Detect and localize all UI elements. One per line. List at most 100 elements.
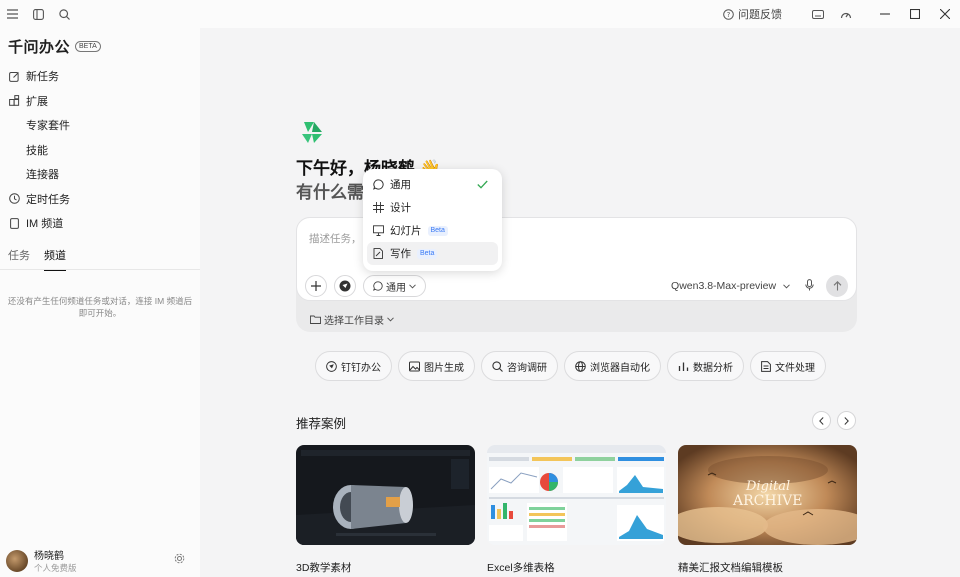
- chip-data-analysis[interactable]: 数据分析: [667, 351, 744, 381]
- tab-channels[interactable]: 频道: [44, 247, 66, 271]
- chevron-left-icon: [819, 416, 824, 425]
- sidebar-item-label: 新任务: [26, 71, 59, 84]
- speed-gauge-icon[interactable]: [832, 0, 860, 28]
- grid-icon: [373, 202, 384, 213]
- plus-icon: [311, 281, 321, 291]
- brand-name: 千问办公: [8, 39, 71, 56]
- minimize-button[interactable]: [870, 0, 900, 28]
- user-profile[interactable]: 杨晓鹤 个人免费版: [6, 547, 77, 574]
- case-card-label: 精美汇报文档编辑模板: [678, 562, 783, 574]
- send-button[interactable]: [826, 275, 848, 297]
- checkmark-icon: [477, 178, 488, 192]
- search-icon: [492, 360, 503, 372]
- microphone-icon[interactable]: [805, 279, 814, 294]
- sidebar-item-extensions[interactable]: 扩展: [0, 89, 200, 114]
- case-card-label: Excel多维表格: [487, 562, 555, 574]
- sidebar-item-scheduled-tasks[interactable]: 定时任务: [0, 187, 200, 212]
- avatar: [6, 549, 28, 572]
- archive-art-text-2: ARCHIVE: [732, 493, 802, 509]
- beta-badge: Beta: [427, 225, 448, 236]
- empty-state-text: 还没有产生任何频道任务或对话，连接 IM 频道后即可开始。: [7, 296, 193, 318]
- folder-icon: [310, 315, 321, 324]
- sidebar-toggle-icon[interactable]: [32, 8, 44, 20]
- mode-option-design[interactable]: 设计: [367, 196, 498, 219]
- mode-option-slides[interactable]: 幻灯片 Beta: [367, 219, 498, 242]
- sidebar-item-expert-suite[interactable]: 专家套件: [0, 113, 200, 138]
- mode-option-writing[interactable]: 写作 Beta: [367, 242, 498, 265]
- arrow-up-icon: [833, 281, 841, 291]
- globe-icon: [575, 360, 586, 372]
- chevron-down-icon: [783, 284, 790, 289]
- mode-option-general[interactable]: 通用: [367, 173, 498, 196]
- mode-select-button[interactable]: 通用: [363, 275, 426, 297]
- tab-tasks[interactable]: 任务: [8, 247, 30, 271]
- case-card-archive[interactable]: Digital ARCHIVE: [678, 445, 857, 545]
- dingtalk-button[interactable]: [334, 275, 356, 297]
- sidebar-item-label: 连接器: [26, 169, 59, 182]
- case-card-3d[interactable]: [296, 445, 475, 545]
- chip-dingtalk-office[interactable]: 钉钉办公: [315, 351, 392, 381]
- case-thumbnail-excel: [487, 445, 666, 545]
- settings-gear-icon[interactable]: [174, 553, 185, 567]
- mode-option-label: 设计: [390, 202, 411, 214]
- app-logo-icon: [302, 122, 322, 143]
- divider: [0, 269, 200, 270]
- sidebar-item-new-task[interactable]: 新任务: [0, 64, 200, 89]
- mode-label: 通用: [386, 282, 406, 294]
- close-button[interactable]: [930, 0, 960, 28]
- chip-label: 钉钉办公: [341, 362, 381, 374]
- svg-text:?: ?: [727, 11, 731, 19]
- task-input-placeholder: 描述任务，: [309, 233, 362, 245]
- model-label: Qwen3.8-Max-preview: [671, 280, 777, 292]
- chip-label: 咨询调研: [507, 362, 547, 374]
- case-card-label: 3D教学素材: [296, 562, 352, 574]
- carousel-prev-button[interactable]: [812, 411, 831, 430]
- case-card-excel[interactable]: [487, 445, 666, 545]
- edit-icon: [8, 70, 20, 82]
- sidebar-item-label: 定时任务: [26, 193, 70, 206]
- menu-icon[interactable]: [6, 8, 18, 20]
- chevron-down-icon: [387, 317, 394, 322]
- beta-badge: Beta: [417, 248, 438, 259]
- carousel-next-button[interactable]: [837, 411, 856, 430]
- case-thumbnail-archive: Digital ARCHIVE: [678, 445, 857, 545]
- image-icon: [409, 361, 420, 371]
- bar-chart-icon: [678, 362, 689, 371]
- select-workdir-button[interactable]: 选择工作目录: [310, 312, 394, 327]
- chevron-right-icon: [844, 416, 849, 425]
- sidebar-item-label: 专家套件: [26, 120, 70, 133]
- feedback-label: 问题反馈: [738, 9, 782, 21]
- chip-label: 数据分析: [693, 362, 733, 374]
- workdir-label: 选择工作目录: [324, 316, 384, 327]
- chip-image-generation[interactable]: 图片生成: [398, 351, 475, 381]
- keyboard-icon[interactable]: [804, 0, 832, 28]
- chip-file-processing[interactable]: 文件处理: [750, 351, 826, 381]
- feedback-icon: ?: [723, 8, 734, 20]
- archive-art-text-1: Digital: [745, 479, 790, 494]
- extension-icon: [8, 95, 20, 107]
- sidebar-item-im-channels[interactable]: IM 频道: [0, 211, 200, 236]
- sidebar-nav: 新任务 扩展 专家套件 技能 连接器 定时任务 IM 频道: [0, 64, 200, 236]
- sidebar-item-connectors[interactable]: 连接器: [0, 162, 200, 187]
- recommend-title: 推荐案例: [296, 417, 347, 431]
- greeting-subtitle: 有什么需: [296, 183, 364, 202]
- user-name: 杨晓鹤: [34, 551, 64, 562]
- add-attachment-button[interactable]: [305, 275, 327, 297]
- feedback-button[interactable]: ? 问题反馈: [723, 6, 782, 22]
- chip-research[interactable]: 咨询调研: [481, 351, 558, 381]
- chevron-down-icon: [409, 283, 416, 289]
- chip-label: 图片生成: [424, 362, 464, 374]
- titlebar: ? 问题反馈: [0, 0, 960, 28]
- chip-label: 文件处理: [775, 362, 815, 374]
- chat-icon: [373, 281, 383, 291]
- mode-dropdown-menu: 通用 设计 幻灯片 Beta 写作 Beta: [363, 169, 502, 271]
- maximize-button[interactable]: [900, 0, 930, 28]
- dingtalk-icon: [326, 360, 337, 372]
- chip-browser-automation[interactable]: 浏览器自动化: [564, 351, 661, 381]
- sidebar-item-skills[interactable]: 技能: [0, 138, 200, 163]
- clock-icon: [8, 193, 20, 205]
- brand: 千问办公 BETA: [8, 36, 101, 57]
- search-icon[interactable]: [58, 8, 70, 20]
- chip-label: 浏览器自动化: [590, 362, 650, 374]
- model-select[interactable]: Qwen3.8-Max-preview: [671, 280, 790, 292]
